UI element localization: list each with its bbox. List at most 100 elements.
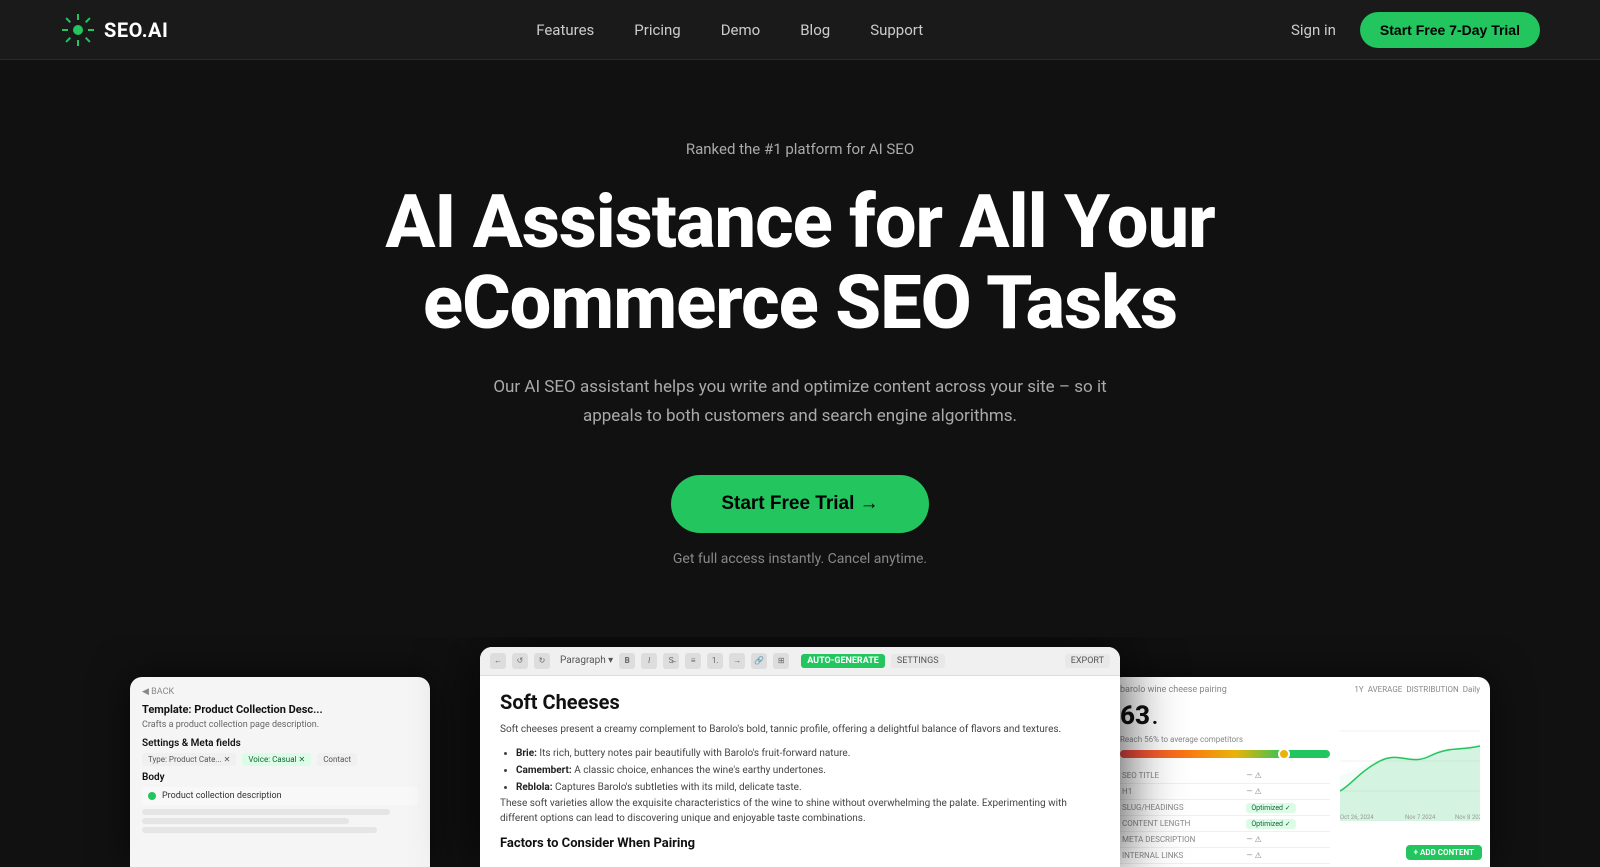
body-lines [142,809,418,833]
redo-icon: ↻ [534,653,550,669]
preview-center-panel: ← ↺ ↻ Paragraph ▾ B I S̶ ≡ 1. → 🔗 ⊞ AUTO… [480,647,1120,867]
voice-tag: Voice: Casual ✕ [242,753,311,766]
page-title-label: barolo wine cheese pairing [1120,685,1227,695]
metric-status: — ⚠ [1244,768,1330,784]
add-content-btn[interactable]: + ADD CONTENT [1406,840,1482,859]
logo-icon [60,12,96,48]
back-button: ◀ BACK [142,687,418,697]
export-btn[interactable]: EXPORT [1065,654,1110,668]
template-desc: Crafts a product collection page descrip… [142,720,418,730]
template-title: Template: Product Collection Desc... [142,703,418,716]
article-title: Soft Cheeses [500,690,1100,714]
progress-bar [1120,750,1330,758]
metric-label: INTERNAL LINKS [1120,847,1244,863]
article-intro: Soft cheeses present a creamy complement… [500,722,1100,737]
back-icon: ← [490,653,506,669]
article-body2: These soft varieties allow the exquisite… [500,796,1100,826]
table-icon: ⊞ [773,653,789,669]
metric-status: Optimized ✓ [1244,799,1330,815]
hero-subtitle: Our AI SEO assistant helps you write and… [490,373,1110,431]
strike-icon: S̶ [663,653,679,669]
line-3 [142,827,377,833]
metric-status: — ⚠ [1244,783,1330,799]
line-1 [142,809,390,815]
undo-icon: ↺ [512,653,528,669]
hero-title-line1: AI Assistance for All Your [385,179,1214,266]
tab-distribution: DISTRIBUTION [1406,685,1458,694]
navbar-actions: Sign in Start Free 7-Day Trial [1291,12,1540,48]
preview-right-panel: barolo wine cheese pairing 1Y AVERAGE DI… [1110,677,1490,867]
logo-area: SEO.AI [60,12,168,48]
metric-label: SLUG/HEADINGS [1120,799,1244,815]
auto-generate-btn[interactable]: AUTO-GENERATE [801,654,885,668]
metric-status: — ⚠ [1244,847,1330,863]
metric-row: META DESCRIPTION — ⚠ [1120,831,1330,847]
settings-btn[interactable]: SETTINGS [891,654,945,668]
contact-tag: Contact [317,753,357,766]
indent-icon: → [729,653,745,669]
trial-button[interactable]: Start Free 7-Day Trial [1360,12,1540,48]
hero-badge: Ranked the #1 platform for AI SEO [686,140,914,158]
article-list: Brie: Its rich, buttery notes pair beaut… [500,745,1100,796]
chart-tabs: 1Y AVERAGE DISTRIBUTION Daily [1354,685,1480,694]
seo-metrics-table: SEO TITLE — ⚠ H1 — ⚠ SLUG/HE [1120,768,1330,864]
ol-icon: 1. [707,653,723,669]
progress-marker [1278,748,1290,760]
cta-subtext: Get full access instantly. Cancel anytim… [673,551,927,567]
editor-content: Soft Cheeses Soft cheeses present a crea… [480,676,1120,865]
nav-links: Features Pricing Demo Blog Support [536,21,923,39]
preview-area: ◀ BACK Template: Product Collection Desc… [0,637,1600,867]
nav-support[interactable]: Support [870,21,923,39]
metric-row: H1 — ⚠ [1120,783,1330,799]
body-item: Product collection description [142,787,418,805]
cta-button[interactable]: Start Free Trial → [671,475,928,533]
sign-in-link[interactable]: Sign in [1291,21,1336,39]
metric-label: H1 [1120,783,1244,799]
svg-text:Nov 7 2024: Nov 7 2024 [1405,814,1436,821]
nav-demo[interactable]: Demo [721,21,761,39]
metric-row: SLUG/HEADINGS Optimized ✓ [1120,799,1330,815]
seo-score: 63 [1120,701,1150,731]
hero-title: AI Assistance for All Your eCommerce SEO… [385,182,1214,345]
settings-section-label: Settings & Meta fields [142,738,418,749]
tab-1y: 1Y [1354,685,1363,694]
paragraph-selector: Paragraph ▾ [560,655,613,666]
chart-area: Oct 26, 2024 Nov 7 2024 Nov 8 2024 [1340,701,1480,825]
metric-row: SEO TITLE — ⚠ [1120,768,1330,784]
list-item-brie: Brie: Its rich, buttery notes pair beaut… [516,745,1100,762]
item-text: Product collection description [162,791,282,801]
line-2 [142,818,349,824]
article-subheading: Factors to Consider When Pairing [500,836,1100,851]
tab-daily: Daily [1463,685,1480,694]
nav-pricing[interactable]: Pricing [634,21,680,39]
metric-label: CONTENT LENGTH [1120,815,1244,831]
metric-label: META DESCRIPTION [1120,831,1244,847]
nav-blog[interactable]: Blog [800,21,830,39]
metric-row: CONTENT LENGTH Optimized ✓ [1120,815,1330,831]
bold-icon: B [619,653,635,669]
list-item-reblola: Reblola: Captures Barolo's subtleties wi… [516,779,1100,796]
reach-text: Reach 56% to average competitors [1120,735,1330,744]
hero-section: Ranked the #1 platform for AI SEO AI Ass… [0,60,1600,607]
metric-row: INTERNAL LINKS — ⚠ [1120,847,1330,863]
seo-score-panel: barolo wine cheese pairing 1Y AVERAGE DI… [1110,677,1490,867]
navbar: SEO.AI Features Pricing Demo Blog Suppor… [0,0,1600,60]
brand-name: SEO.AI [104,18,168,42]
list-icon: ≡ [685,653,701,669]
italic-icon: I [641,653,657,669]
hero-title-line2: eCommerce SEO Tasks [423,260,1177,347]
metric-status: — ⚠ [1244,831,1330,847]
tab-average: AVERAGE [1368,685,1403,694]
nav-features[interactable]: Features [536,21,594,39]
svg-text:Nov 8 2024: Nov 8 2024 [1455,814,1480,821]
list-item-camembert: Camembert: A classic choice, enhances th… [516,762,1100,779]
link-icon: 🔗 [751,653,767,669]
metric-status: Optimized ✓ [1244,815,1330,831]
item-dot [148,792,156,800]
trend-chart: Oct 26, 2024 Nov 7 2024 Nov 8 2024 [1340,701,1480,821]
metric-label: SEO TITLE [1120,768,1244,784]
score-header: barolo wine cheese pairing 1Y AVERAGE DI… [1120,685,1480,695]
preview-left-panel: ◀ BACK Template: Product Collection Desc… [130,677,430,867]
body-label: Body [142,772,418,783]
type-tag: Type: Product Cate... ✕ [142,753,236,766]
